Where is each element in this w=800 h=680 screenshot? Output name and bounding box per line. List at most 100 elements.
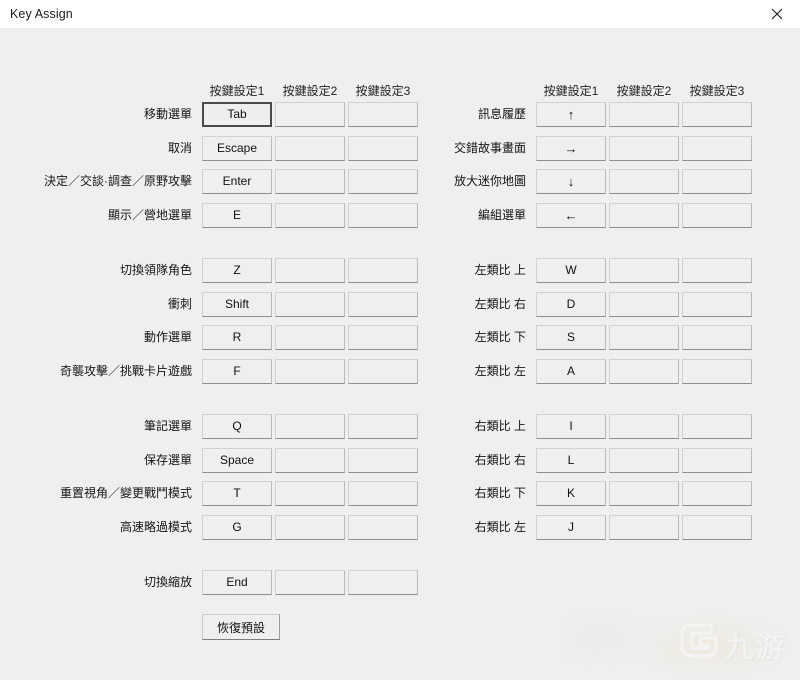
key-binding-cell[interactable]	[609, 448, 679, 473]
key-binding-cell[interactable]	[275, 448, 345, 473]
key-binding-cell[interactable]	[682, 203, 752, 228]
key-binding-cell[interactable]: K	[536, 481, 606, 506]
key-binding-cell[interactable]	[609, 515, 679, 540]
key-binding-cell[interactable]	[682, 136, 752, 161]
key-binding-cell[interactable]: Tab	[202, 102, 272, 127]
key-binding-cell[interactable]	[682, 448, 752, 473]
key-row-label: 切換領隊角色	[119, 263, 192, 277]
key-row-label: 訊息履歷	[477, 107, 526, 121]
key-row: 決定／交談·調查／原野攻擊 Enter	[0, 169, 418, 194]
key-row-label: 高速略過模式	[119, 520, 192, 534]
key-binding-cell[interactable]	[609, 258, 679, 283]
key-row: 切換縮放 End	[0, 570, 418, 595]
key-binding-cell[interactable]	[275, 169, 345, 194]
key-binding-cell[interactable]: A	[536, 359, 606, 384]
key-binding-cell[interactable]	[348, 570, 418, 595]
close-icon	[771, 8, 783, 20]
key-binding-cell[interactable]: E	[202, 203, 272, 228]
key-row-label: 決定／交談·調查／原野攻擊	[44, 174, 192, 188]
key-binding-cell[interactable]	[275, 102, 345, 127]
key-row-label: 切換縮放	[143, 575, 192, 589]
key-row: 訊息履歷 ↑	[430, 102, 800, 127]
watermark: 九游	[560, 598, 800, 680]
key-row: 移動選單 Tab	[0, 102, 418, 127]
key-binding-cell[interactable]	[682, 325, 752, 350]
key-binding-cell[interactable]	[275, 203, 345, 228]
key-row: 奇襲攻擊／挑戰卡片遊戲 F	[0, 359, 418, 384]
key-binding-cell[interactable]: Space	[202, 448, 272, 473]
key-row: 右類比 左 J	[430, 515, 800, 540]
key-row-label: 動作選單	[143, 330, 192, 344]
key-binding-cell[interactable]: G	[202, 515, 272, 540]
key-binding-cell[interactable]: F	[202, 359, 272, 384]
key-binding-cell[interactable]	[682, 359, 752, 384]
key-binding-cell[interactable]	[275, 414, 345, 439]
key-binding-cell[interactable]	[275, 359, 345, 384]
key-row-label: 顯示／營地選單	[107, 208, 192, 222]
key-binding-cell[interactable]: →	[536, 136, 606, 161]
key-binding-cell[interactable]: Z	[202, 258, 272, 283]
key-binding-cell[interactable]: ↑	[536, 102, 606, 127]
key-row-label: 左類比 右	[474, 297, 526, 311]
column-header-left-1: 按鍵設定1	[209, 84, 265, 98]
key-binding-cell[interactable]	[275, 481, 345, 506]
key-binding-cell[interactable]	[609, 169, 679, 194]
key-binding-cell[interactable]	[682, 258, 752, 283]
key-binding-cell[interactable]: W	[536, 258, 606, 283]
key-binding-cell[interactable]: D	[536, 292, 606, 317]
key-row-label: 放大迷你地圖	[453, 174, 526, 188]
key-row-label: 衝刺	[167, 297, 192, 311]
key-binding-cell[interactable]	[682, 292, 752, 317]
key-binding-cell[interactable]: Escape	[202, 136, 272, 161]
key-binding-cell[interactable]	[275, 136, 345, 161]
key-binding-cell[interactable]	[682, 515, 752, 540]
key-row: 切換領隊角色 Z	[0, 258, 418, 283]
column-header-left-2: 按鍵設定2	[282, 84, 338, 98]
key-binding-cell[interactable]	[609, 481, 679, 506]
key-binding-cell[interactable]	[682, 481, 752, 506]
key-row: 編組選單 ←	[430, 203, 800, 228]
key-row: 高速略過模式 G	[0, 515, 418, 540]
key-binding-cell[interactable]: End	[202, 570, 272, 595]
restore-defaults-button[interactable]: 恢復預設	[202, 614, 280, 640]
column-header-left-3: 按鍵設定3	[355, 84, 411, 98]
watermark-logo-icon	[678, 616, 724, 667]
key-binding-cell[interactable]	[682, 102, 752, 127]
key-binding-cell[interactable]: Shift	[202, 292, 272, 317]
key-binding-cell[interactable]: T	[202, 481, 272, 506]
key-binding-cell[interactable]: Q	[202, 414, 272, 439]
key-binding-cell[interactable]	[275, 325, 345, 350]
key-binding-cell[interactable]: I	[536, 414, 606, 439]
key-binding-cell[interactable]: Enter	[202, 169, 272, 194]
dialog-body: 按鍵設定1 按鍵設定2 按鍵設定3 移動選單 Tab 取消 Escape 決定／交談·調查／…	[0, 28, 800, 680]
key-binding-cell[interactable]	[609, 414, 679, 439]
key-binding-cell[interactable]	[609, 203, 679, 228]
key-row-label: 保存選單	[143, 453, 192, 467]
key-row-label: 筆記選單	[143, 419, 192, 433]
key-binding-cell[interactable]	[609, 136, 679, 161]
key-binding-cell[interactable]	[609, 292, 679, 317]
key-binding-cell[interactable]: J	[536, 515, 606, 540]
key-binding-cell[interactable]: R	[202, 325, 272, 350]
key-row-label: 左類比 左	[474, 364, 526, 378]
key-binding-cell[interactable]: S	[536, 325, 606, 350]
key-row: 右類比 下 K	[430, 481, 800, 506]
key-binding-cell[interactable]: L	[536, 448, 606, 473]
key-row-label: 左類比 下	[474, 330, 526, 344]
key-binding-cell[interactable]: ←	[536, 203, 606, 228]
key-binding-cell[interactable]: ↓	[536, 169, 606, 194]
key-binding-cell[interactable]	[682, 169, 752, 194]
key-binding-cell[interactable]	[609, 325, 679, 350]
key-binding-cell[interactable]	[609, 359, 679, 384]
key-binding-cell[interactable]	[275, 258, 345, 283]
key-binding-cell[interactable]	[609, 102, 679, 127]
key-binding-cell[interactable]	[275, 570, 345, 595]
key-row-label: 右類比 左	[474, 520, 526, 534]
close-button[interactable]	[754, 0, 800, 28]
key-row: 重置視角／變更戰鬥模式 T	[0, 481, 418, 506]
key-row-label: 編組選單	[477, 208, 526, 222]
key-binding-cell[interactable]	[275, 515, 345, 540]
key-row: 筆記選單 Q	[0, 414, 418, 439]
key-binding-cell[interactable]	[682, 414, 752, 439]
key-binding-cell[interactable]	[275, 292, 345, 317]
